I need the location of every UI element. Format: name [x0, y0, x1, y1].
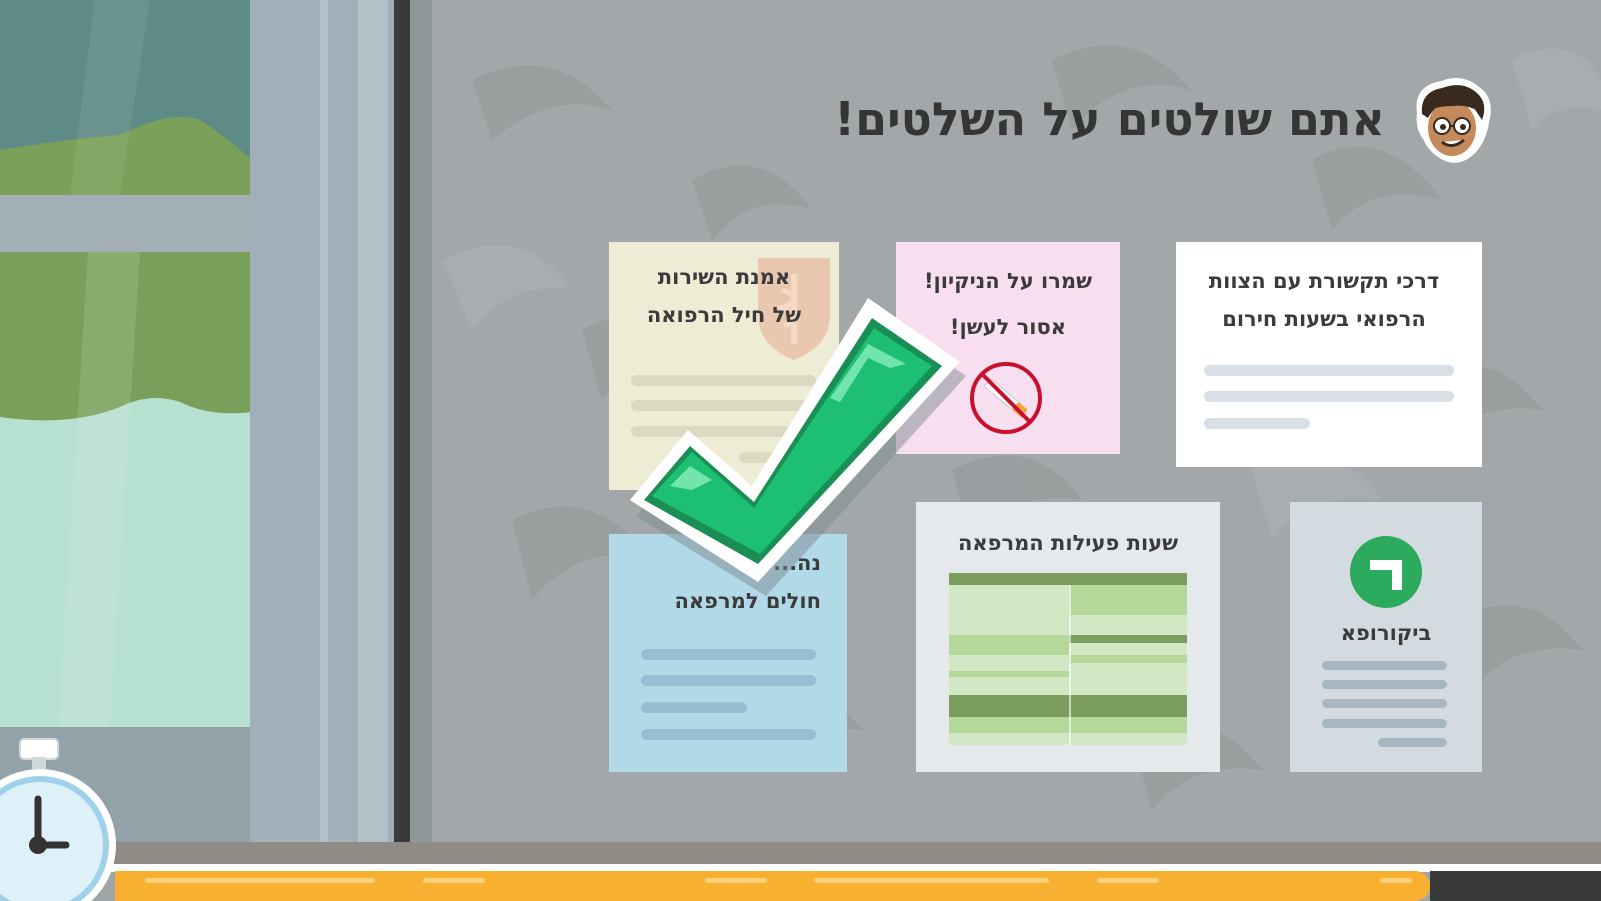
- note-title-line1: דרכי תקשורת עם הצוות: [1208, 269, 1440, 293]
- note-bikurofa[interactable]: ביקורופא: [1290, 502, 1482, 772]
- track-dash: [423, 878, 485, 883]
- text-line: [1204, 418, 1310, 429]
- text-line: [1322, 699, 1447, 708]
- page-title: אתם שולטים על השלטים!: [834, 92, 1385, 146]
- avatar: [1412, 78, 1492, 168]
- track-dash: [1097, 878, 1159, 883]
- text-line: [641, 702, 747, 713]
- note-title-line2: הרפואי בשעות חירום: [1222, 307, 1426, 331]
- text-line: [1322, 661, 1447, 670]
- board-frame-shade: [410, 0, 432, 845]
- window: [0, 0, 252, 845]
- window-top-pane: [0, 0, 252, 195]
- timer-progress-bar: [115, 871, 1430, 901]
- window-crossbar: [0, 195, 252, 252]
- window-frame: [250, 0, 395, 845]
- track-dash: [1380, 878, 1412, 883]
- bikurofa-logo-icon: [1350, 536, 1422, 608]
- text-line: [1204, 365, 1454, 376]
- stopwatch-icon: [0, 738, 116, 901]
- text-line: [1204, 391, 1454, 402]
- note-label: ביקורופא: [1340, 621, 1432, 645]
- track-dash: [145, 878, 375, 883]
- track-dash: [814, 878, 1049, 883]
- text-line: [1322, 719, 1447, 728]
- timer-remaining: [1430, 871, 1601, 901]
- hours-table: [949, 573, 1187, 745]
- floor-strip: [0, 842, 1601, 864]
- window-bottom-pane: [0, 252, 252, 727]
- text-line: [1378, 738, 1447, 747]
- note-emergency-communication[interactable]: דרכי תקשורת עם הצוות הרפואי בשעות חירום: [1176, 242, 1482, 467]
- text-line: [1322, 680, 1447, 689]
- text-line: [641, 729, 816, 740]
- checkmark-correct-icon: [630, 298, 966, 596]
- board-frame-edge: [394, 0, 410, 845]
- text-line: [641, 649, 816, 660]
- track-dash: [705, 878, 767, 883]
- text-line: [641, 675, 816, 686]
